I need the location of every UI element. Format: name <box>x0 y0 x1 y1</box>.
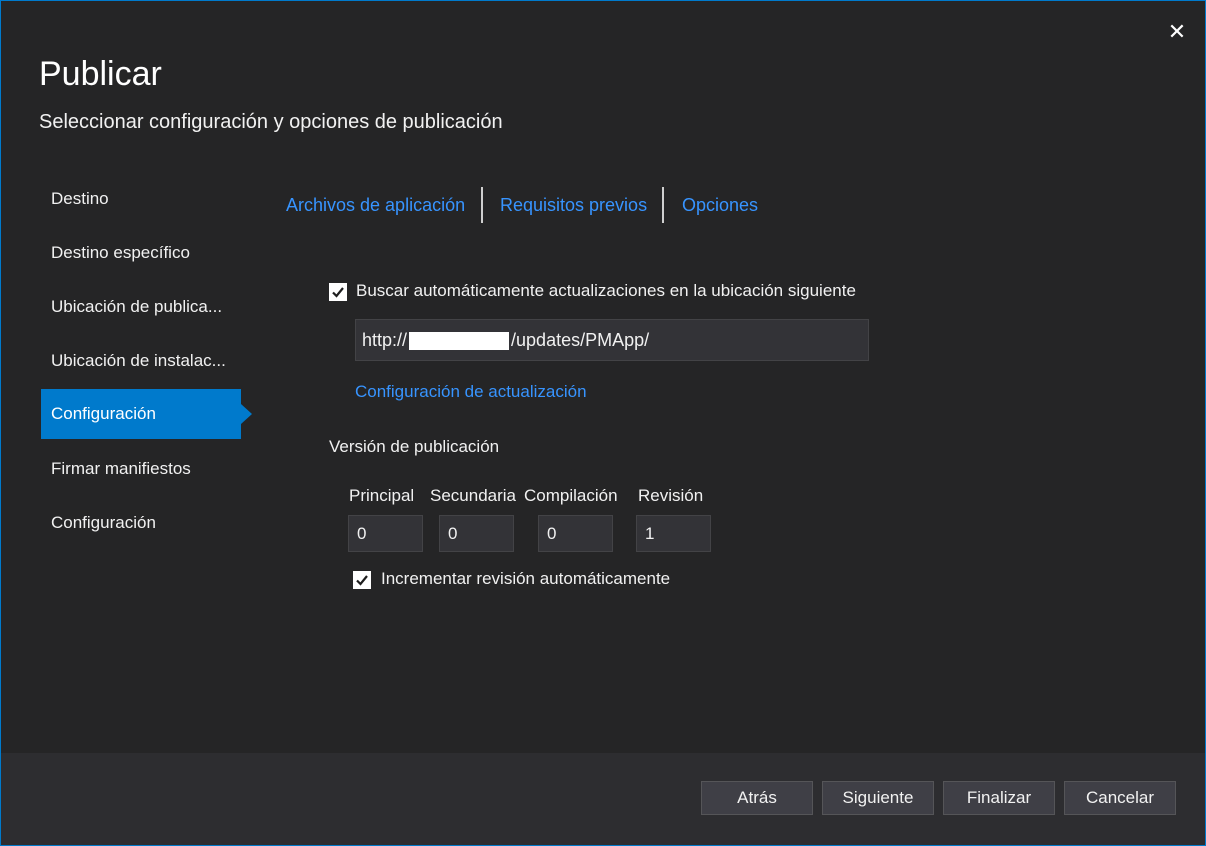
sidebar-item-firmar-manifiestos[interactable]: Firmar manifiestos <box>41 444 241 494</box>
version-revision-input[interactable]: 1 <box>636 515 711 552</box>
sidebar-item-configuracion[interactable]: Configuración <box>41 498 241 548</box>
next-button[interactable]: Siguiente <box>822 781 934 815</box>
version-major-input[interactable]: 0 <box>348 515 423 552</box>
redacted-host <box>409 332 510 351</box>
update-settings-link[interactable]: Configuración de actualización <box>355 382 587 402</box>
tab-separator <box>662 187 664 223</box>
checkmark-icon <box>332 287 344 298</box>
auto-increment-checkbox[interactable] <box>353 571 371 589</box>
sidebar-item-configuracion-active[interactable]: Configuración <box>41 389 252 439</box>
url-prefix: http:// <box>362 330 408 350</box>
dialog-subtitle: Seleccionar configuración y opciones de … <box>39 111 503 133</box>
active-indicator-arrow <box>241 404 252 424</box>
back-button[interactable]: Atrás <box>701 781 813 815</box>
tab-separator <box>481 187 483 223</box>
version-build-label: Compilación <box>524 486 618 505</box>
sidebar-item-ubicacion-instalacion[interactable]: Ubicación de instalac... <box>41 336 241 386</box>
check-updates-checkbox[interactable] <box>329 283 347 301</box>
dialog-title: Publicar <box>39 55 162 93</box>
sidebar-item-destino[interactable]: Destino <box>41 174 241 224</box>
publish-version-heading: Versión de publicación <box>329 437 500 456</box>
tab-opciones[interactable]: Opciones <box>682 195 758 216</box>
url-suffix: /updates/PMApp/ <box>511 330 650 350</box>
sidebar-item-label: Configuración <box>51 404 156 423</box>
check-updates-label: Buscar automáticamente actualizaciones e… <box>356 281 856 300</box>
version-build-input[interactable]: 0 <box>538 515 613 552</box>
finish-button[interactable]: Finalizar <box>943 781 1055 815</box>
auto-increment-label: Incrementar revisión automáticamente <box>381 569 671 588</box>
update-location-input[interactable]: http:// /updates/PMApp/ <box>355 319 869 361</box>
checkmark-icon <box>356 575 368 586</box>
cancel-button[interactable]: Cancelar <box>1064 781 1176 815</box>
sidebar-item-ubicacion-publicacion[interactable]: Ubicación de publica... <box>41 282 241 332</box>
version-major-label: Principal <box>349 486 415 505</box>
version-minor-label: Secundaria <box>430 486 517 505</box>
sidebar-item-destino-especifico[interactable]: Destino específico <box>41 228 241 278</box>
version-revision-label: Revisión <box>638 486 704 505</box>
tab-archivos-aplicacion[interactable]: Archivos de aplicación <box>286 195 465 216</box>
close-icon[interactable]: ✕ <box>1165 20 1189 44</box>
publish-dialog: ✕ Publicar Seleccionar configuración y o… <box>0 0 1206 846</box>
version-minor-input[interactable]: 0 <box>439 515 514 552</box>
tab-requisitos-previos[interactable]: Requisitos previos <box>500 195 647 216</box>
